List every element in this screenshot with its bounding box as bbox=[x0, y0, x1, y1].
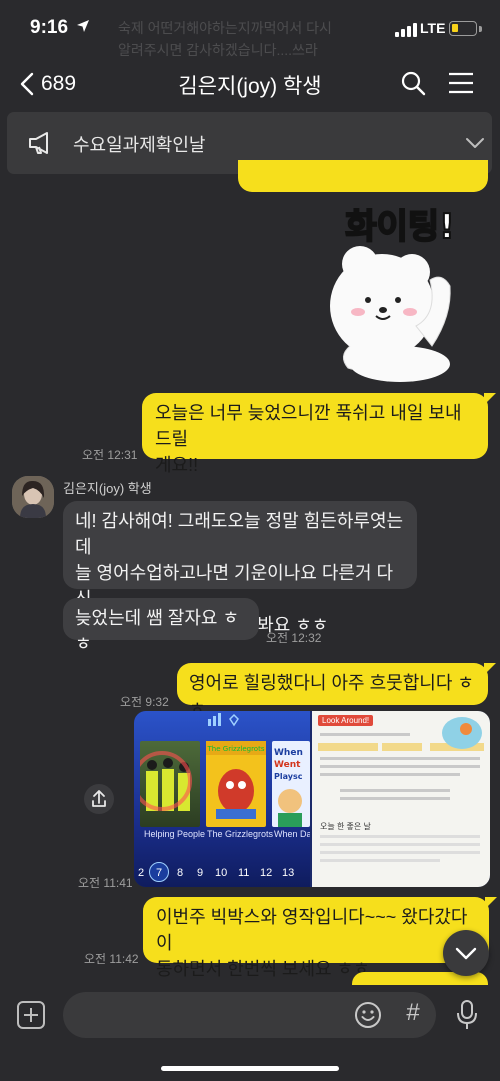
signal-bars-icon bbox=[395, 23, 417, 37]
menu-icon[interactable] bbox=[448, 71, 474, 95]
scroll-to-bottom-button[interactable] bbox=[443, 930, 489, 976]
message-text-line: 게요!! bbox=[155, 455, 199, 475]
book-cover-1[interactable] bbox=[134, 741, 200, 827]
message-time: 오전 9:32 bbox=[120, 695, 169, 709]
previous-message-bubble[interactable] bbox=[238, 160, 488, 192]
worksheet-line bbox=[320, 733, 410, 736]
level-number[interactable]: 11 bbox=[238, 867, 249, 879]
book-title-3: When Dad Went to Playsc bbox=[274, 829, 310, 839]
message-text-line: 오늘은 너무 늦었으니깐 푹쉬고 내일 보내드릴 bbox=[155, 403, 462, 449]
worksheet-line bbox=[320, 757, 480, 760]
bubble-tail bbox=[484, 393, 496, 405]
sender-name: 김은지(joy) 학생 bbox=[63, 481, 152, 496]
worksheet-highlight bbox=[382, 743, 422, 751]
search-icon[interactable] bbox=[400, 70, 426, 96]
svg-text:Playsc: Playsc bbox=[274, 772, 303, 781]
battery-tip bbox=[479, 26, 482, 32]
message-time: 오전 11:42 bbox=[84, 952, 139, 966]
network-type: LTE bbox=[420, 20, 446, 36]
police-illustration bbox=[134, 751, 192, 811]
message-time: 오전 12:31 bbox=[82, 448, 138, 462]
sticker-caption: 화이팅! bbox=[345, 207, 454, 247]
hash-button[interactable]: # bbox=[400, 999, 426, 1029]
fighting-sticker[interactable]: 화이팅! bbox=[320, 196, 480, 386]
message-text-line: 이번주 빅박스와 영작입니다~~~ 왔다갔다 이 bbox=[156, 907, 468, 953]
level-number[interactable]: 13 bbox=[282, 867, 294, 879]
level-selector[interactable]: 2 7 8 9 10 11 12 13 bbox=[134, 861, 310, 887]
book-title-1: Helping People bbox=[144, 829, 206, 839]
chevron-down-icon[interactable] bbox=[465, 136, 485, 150]
status-time: 9:16 bbox=[30, 17, 69, 38]
location-arrow-icon bbox=[77, 20, 89, 32]
status-bar: 숙제 어떤거해야하는지까먹어서 다시 알려주시면 감사하겠습니다....쓰라 9… bbox=[0, 0, 500, 58]
photo-worksheet[interactable]: Look Around! 오늘 한 좋은 날 bbox=[312, 711, 490, 887]
bubble-tail bbox=[485, 897, 497, 909]
level-number[interactable]: 9 bbox=[197, 867, 203, 879]
chevron-down-icon bbox=[455, 947, 477, 960]
avatar[interactable] bbox=[12, 476, 54, 518]
notification-preview-line-2: 알려주시면 감사하겠습니다....쓰라 bbox=[118, 42, 318, 58]
app-top-icons bbox=[208, 713, 239, 727]
svg-text:The Grizzlegrots: The Grizzlegrots bbox=[207, 745, 265, 753]
plus-icon bbox=[24, 1008, 38, 1022]
share-icon bbox=[92, 790, 106, 807]
worksheet-line bbox=[320, 843, 480, 846]
worksheet-line bbox=[340, 789, 450, 792]
message-bubble-sent[interactable]: 영어로 힐링했다니 아주 흐뭇합니다 ㅎㅎ bbox=[177, 663, 488, 719]
battery-icon bbox=[449, 21, 477, 36]
message-bubble-sent[interactable]: 오늘은 너무 늦었으니깐 푹쉬고 내일 보내드릴 게요!! bbox=[142, 393, 488, 475]
worksheet-line bbox=[320, 765, 480, 768]
worksheet-caption: 오늘 한 좋은 날 bbox=[320, 822, 371, 831]
worksheet-illustration bbox=[442, 717, 482, 749]
book-cover-2[interactable]: The Grizzlegrots bbox=[206, 741, 266, 827]
chat-header: 689 김은지(joy) 학생 bbox=[0, 58, 500, 108]
worksheet-line bbox=[320, 773, 460, 776]
emoji-icon[interactable] bbox=[354, 1001, 382, 1029]
level-number[interactable]: 2 bbox=[138, 867, 144, 879]
level-number-selected[interactable]: 7 bbox=[156, 867, 162, 879]
message-time: 오전 11:41 bbox=[78, 876, 133, 890]
book-title-2: The Grizzlegrots bbox=[207, 829, 274, 839]
message-bubble-received[interactable]: 네! 감사해여! 그래도오늘 정말 힘든하루엿는데 늘 영어수업하고나면 기운이… bbox=[63, 501, 417, 635]
attach-button[interactable] bbox=[17, 1001, 45, 1029]
notice-text: 수요일과제확인날 bbox=[73, 135, 206, 155]
home-indicator[interactable] bbox=[161, 1066, 339, 1071]
book-cover-3[interactable]: When Went Playsc bbox=[272, 741, 310, 827]
microphone-icon[interactable] bbox=[456, 999, 478, 1031]
megaphone-icon bbox=[29, 132, 48, 154]
profile-photo bbox=[12, 476, 54, 518]
worksheet-title: Look Around! bbox=[318, 715, 374, 726]
svg-text:When: When bbox=[274, 748, 303, 758]
level-number[interactable]: 10 bbox=[215, 867, 227, 879]
grizzlegrots-illustration: The Grizzlegrots bbox=[206, 741, 266, 819]
photo-book-shelf[interactable]: The Grizzlegrots When Went Playsc Helpin… bbox=[134, 711, 310, 887]
level-number[interactable]: 8 bbox=[177, 867, 183, 879]
share-button[interactable] bbox=[84, 784, 114, 814]
bubble-tail bbox=[484, 663, 496, 675]
worksheet-line bbox=[320, 851, 480, 854]
playschool-illustration: When Went Playsc bbox=[274, 748, 303, 827]
message-text-line: 네! 감사해여! 그래도오늘 정말 힘든하루엿는데 bbox=[75, 511, 404, 557]
message-bubble-received[interactable]: 늦었는데 쌤 잘자요 ㅎㅎ bbox=[63, 598, 259, 654]
worksheet-line bbox=[320, 835, 480, 838]
worksheet-line bbox=[340, 797, 450, 800]
message-bubble-sent[interactable]: 이번주 빅박스와 영작입니다~~~ 왔다갔다 이 동하면서 한번씩 보세요 ㅎㅎ bbox=[143, 897, 489, 979]
worksheet-line bbox=[320, 859, 440, 862]
message-text: 늦었는데 쌤 잘자요 ㅎㅎ bbox=[75, 608, 240, 654]
level-number[interactable]: 12 bbox=[260, 867, 272, 879]
photo-attachment[interactable]: The Grizzlegrots When Went Playsc Helpin… bbox=[134, 711, 490, 887]
notification-preview-line-1: 숙제 어떤거해야하는지까먹어서 다시 bbox=[118, 20, 332, 36]
worksheet-highlight bbox=[318, 743, 378, 751]
message-time: 오전 12:32 bbox=[266, 631, 322, 645]
svg-text:Went: Went bbox=[274, 760, 301, 770]
